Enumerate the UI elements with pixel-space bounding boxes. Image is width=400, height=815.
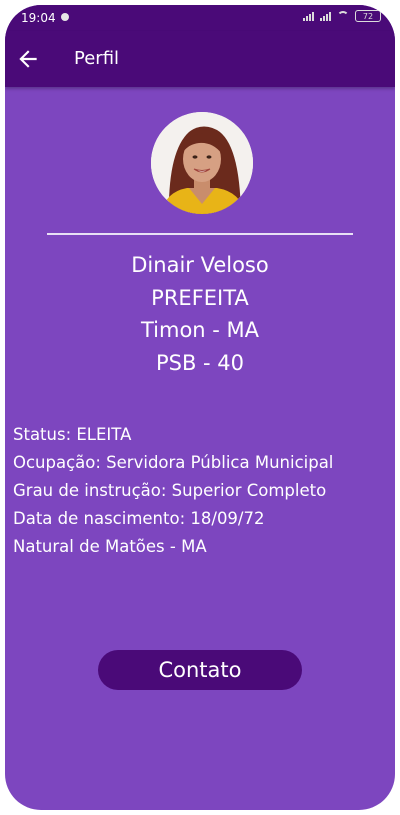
status-icons: 72 (303, 10, 381, 22)
phone-screen: 19:04 72 Perfil Dinair Veloso PREFEITA T… (5, 5, 395, 810)
candidate-city: Timon - MA (140, 318, 260, 342)
divider (47, 233, 353, 235)
candidate-party: PSB - 40 (155, 351, 245, 375)
battery-icon: 72 (355, 10, 381, 22)
app-bar: Perfil (5, 31, 395, 87)
page-title: Perfil (74, 48, 120, 69)
avatar-portrait (151, 112, 253, 214)
origin-line: Natural de Matões - MA (13, 537, 207, 556)
status-line: Status: ELEITA (13, 425, 132, 444)
candidate-office: PREFEITA (151, 286, 249, 310)
wifi-icon (337, 11, 349, 21)
birthdate-line: Data de nascimento: 18/09/72 (13, 509, 265, 528)
contact-button[interactable]: Contato (98, 650, 302, 690)
occupation-line: Ocupação: Servidora Pública Municipal (13, 453, 334, 472)
arrow-left-icon[interactable] (15, 46, 41, 72)
signal-icon (303, 11, 314, 21)
candidate-name: Dinair Veloso (131, 253, 269, 277)
notification-dot-icon (61, 13, 69, 21)
signal-icon-2 (320, 11, 331, 21)
avatar (151, 112, 253, 214)
status-bar: 19:04 72 (5, 5, 395, 31)
status-time: 19:04 (21, 11, 56, 25)
education-line: Grau de instrução: Superior Completo (13, 481, 327, 500)
